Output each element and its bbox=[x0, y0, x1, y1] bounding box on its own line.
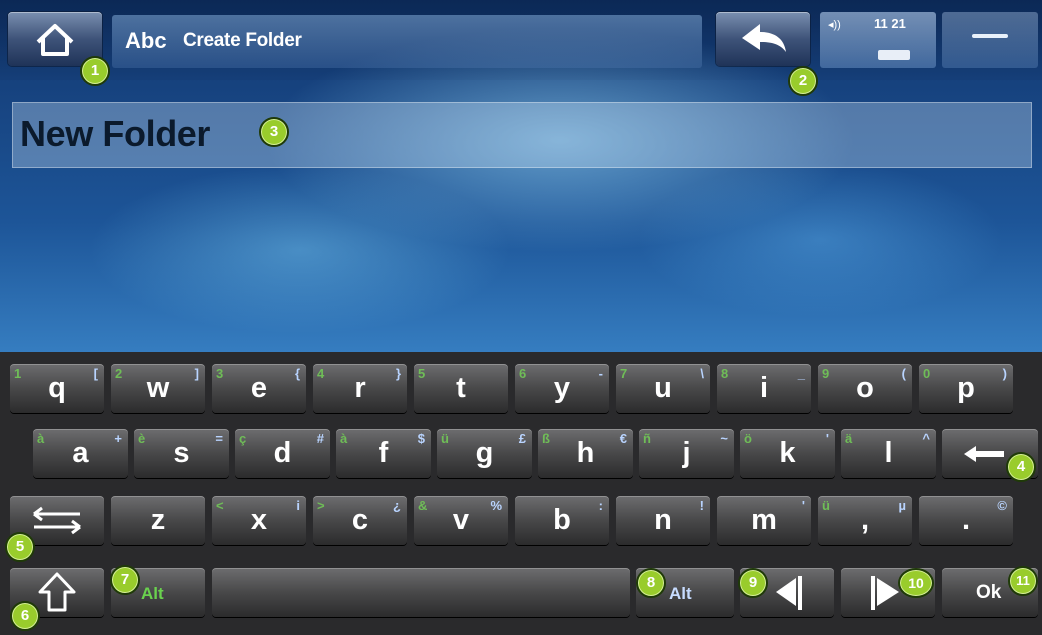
status-panel: ◂)) 11 21 bbox=[820, 12, 936, 68]
callout-8: 8 bbox=[636, 568, 666, 598]
key-u[interactable]: 7 u \ bbox=[616, 364, 710, 413]
back-arrow-icon bbox=[742, 24, 786, 52]
page-title: Create Folder bbox=[183, 30, 302, 51]
key-y[interactable]: 6y- bbox=[515, 364, 609, 413]
key-m[interactable]: m ' bbox=[717, 496, 811, 545]
key-c[interactable]: > c ¿ bbox=[313, 496, 407, 545]
alt-right-label: Alt bbox=[669, 584, 692, 603]
key-q[interactable]: 1 q[ bbox=[10, 364, 104, 413]
callout-2: 2 bbox=[788, 66, 818, 96]
key-e[interactable]: 3 e{ bbox=[212, 364, 306, 413]
callout-1: 1 bbox=[80, 56, 110, 86]
back-button[interactable] bbox=[716, 12, 810, 66]
key-o[interactable]: 9 o( bbox=[818, 364, 912, 413]
callout-6: 6 bbox=[10, 601, 40, 631]
key-t[interactable]: 5t bbox=[414, 364, 508, 413]
key-d[interactable]: ç d # bbox=[235, 429, 330, 478]
key-z[interactable]: z bbox=[111, 496, 205, 545]
key-r[interactable]: 4 r} bbox=[313, 364, 407, 413]
virtual-keyboard: 1 q[ 2 w] 3 e{ 4 r} 5t 6y- 7 u \ 8 i _ 9 o( 0 p) à… bbox=[0, 352, 1042, 635]
text-entry-icon: Abc bbox=[125, 28, 167, 53]
callout-11: 11 bbox=[1008, 566, 1038, 596]
key-b[interactable]: b: bbox=[515, 496, 609, 545]
key-x[interactable]: < x i bbox=[212, 496, 306, 545]
key-f[interactable]: à f $ bbox=[336, 429, 431, 478]
volume-icon: ◂)) bbox=[828, 19, 841, 31]
key-j[interactable]: ñ j ~ bbox=[639, 429, 734, 478]
callout-9: 9 bbox=[738, 568, 768, 598]
key-l[interactable]: ä l ^ bbox=[841, 429, 936, 478]
callout-7: 7 bbox=[110, 565, 140, 595]
key-h[interactable]: ß h € bbox=[538, 429, 633, 478]
callout-10: 10 bbox=[898, 568, 934, 598]
key-a[interactable]: à a + bbox=[33, 429, 128, 478]
space-key[interactable] bbox=[212, 568, 630, 617]
callout-4: 4 bbox=[1006, 452, 1036, 482]
key-i[interactable]: 8 i _ bbox=[717, 364, 811, 413]
callout-3: 3 bbox=[259, 117, 289, 147]
battery-icon bbox=[878, 50, 910, 60]
folder-name-value: New Folder bbox=[20, 113, 211, 154]
key-w[interactable]: 2 w] bbox=[111, 364, 205, 413]
callout-5: 5 bbox=[5, 532, 35, 562]
device-screen: Abc Create Folder ◂)) 11 21 New Folder 1… bbox=[0, 0, 1042, 635]
key-period[interactable]: . © bbox=[919, 496, 1013, 545]
key-v[interactable]: & v% bbox=[414, 496, 508, 545]
ok-label: Ok bbox=[976, 582, 1002, 603]
clock: 11 21 bbox=[874, 16, 906, 31]
menu-button[interactable] bbox=[942, 12, 1038, 68]
key-g[interactable]: ü g £ bbox=[437, 429, 532, 478]
key-n[interactable]: n! bbox=[616, 496, 710, 545]
key-s[interactable]: è s = bbox=[134, 429, 229, 478]
key-p[interactable]: 0 p) bbox=[919, 364, 1013, 413]
key-k[interactable]: ö k ' bbox=[740, 429, 835, 478]
key-comma[interactable]: ü,µ bbox=[818, 496, 912, 545]
alt-left-label: Alt bbox=[141, 584, 164, 603]
